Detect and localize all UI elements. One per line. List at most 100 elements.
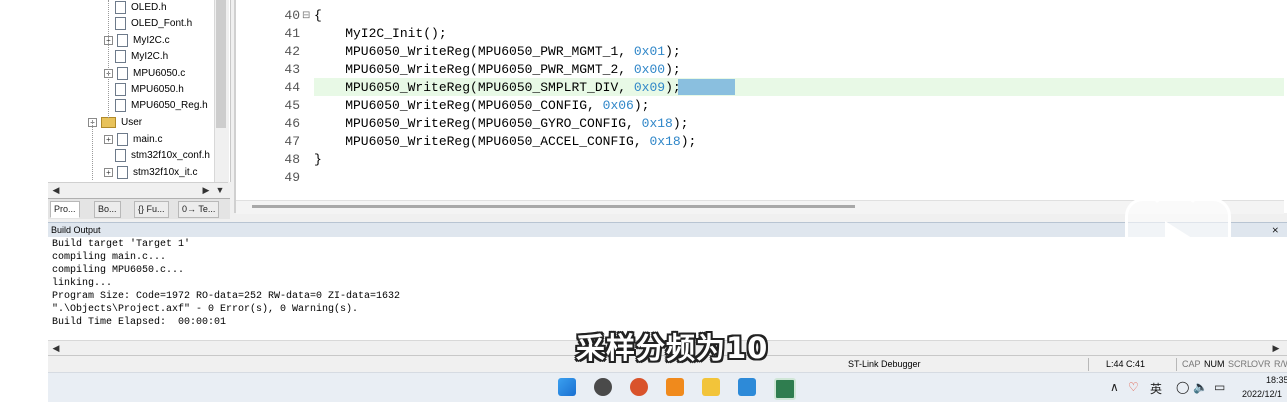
camera-icon[interactable] [594, 378, 612, 396]
clock-date[interactable]: 2022/12/1 [1242, 389, 1282, 399]
scroll-down-icon[interactable]: ▼ [214, 183, 226, 197]
start-icon[interactable] [558, 378, 576, 396]
tree-scroll-thumb[interactable] [216, 0, 226, 128]
code-line[interactable]: { [314, 8, 322, 23]
scroll-left-icon[interactable]: ◀ [50, 183, 62, 197]
code-text: MPU6050_WriteReg(MPU6050_CONFIG, [314, 98, 603, 113]
code-text: ); [665, 80, 681, 95]
scroll-lock-indicator: SCRL [1228, 359, 1253, 369]
build-output-line: Build Time Elapsed: 00:00:01 [52, 317, 227, 328]
tree-item[interactable]: stm32f10x_conf.h [104, 148, 210, 164]
expand-toggle-icon[interactable]: + [104, 134, 113, 144]
code-line[interactable]: } [314, 152, 322, 167]
pin-icon[interactable]: ⨯ [1271, 223, 1279, 237]
code-line[interactable]: MPU6050_WriteReg(MPU6050_PWR_MGMT_1, 0x0… [314, 44, 681, 59]
tree-item[interactable]: OLED_Font.h [104, 16, 192, 32]
code-line[interactable]: MPU6050_WriteReg(MPU6050_ACCEL_CONFIG, 0… [314, 134, 696, 149]
tab-project[interactable]: Pro... [50, 201, 80, 218]
code-line[interactable]: MPU6050_WriteReg(MPU6050_CONFIG, 0x06); [314, 98, 649, 113]
text-selection [678, 79, 735, 95]
file-icon [117, 33, 128, 47]
debugger-status: ST-Link Debugger [848, 359, 921, 369]
tree-item-label: OLED_Font.h [131, 18, 193, 29]
project-tabs: Pro... Bo... {} Fu... 0→ Te... [48, 198, 230, 219]
tab-books[interactable]: Bo... [94, 201, 121, 218]
scroll-left-icon[interactable]: ◀ [50, 341, 62, 355]
hex-literal: 0x01 [633, 44, 666, 59]
network-icon[interactable]: ◯ [1176, 380, 1189, 394]
chevron-up-icon[interactable]: ∧ [1110, 380, 1119, 394]
folder-icon [101, 116, 116, 128]
clock-time[interactable]: 18:35 [1266, 375, 1287, 385]
powerpoint-icon[interactable] [630, 378, 648, 396]
line-number: 45 [284, 98, 300, 113]
build-output-line: ".\Objects\Project.axf" - 0 Error(s), 0 … [52, 304, 359, 315]
tree-item-label: MyI2C.c [133, 35, 170, 46]
code-text: ); [665, 44, 681, 59]
num-lock-indicator: NUM [1204, 359, 1225, 369]
file-icon [115, 98, 126, 112]
volume-icon[interactable]: 🔈 [1193, 380, 1208, 394]
code-text: MPU6050_WriteReg(MPU6050_ACCEL_CONFIG, [314, 134, 650, 149]
play-icon[interactable] [1165, 221, 1195, 259]
tree-item[interactable]: + stm32f10x_it.c [104, 165, 197, 181]
tree-guide-line [92, 120, 93, 180]
build-output-line: compiling main.c... [52, 252, 167, 263]
tree-item[interactable]: + main.c [104, 132, 162, 148]
line-number: 48 [284, 152, 300, 167]
tab-templates[interactable]: 0→ Te... [178, 201, 220, 218]
fold-toggle-icon[interactable]: ⊟ [302, 10, 310, 21]
tree-item-label: MPU6050_Reg.h [131, 100, 208, 111]
tree-item[interactable]: OLED.h [104, 0, 167, 16]
file-icon [115, 82, 126, 96]
keil-icon[interactable] [774, 378, 796, 400]
read-write-indicator: R/W [1274, 359, 1287, 369]
paint-icon[interactable] [738, 378, 756, 396]
file-icon [115, 49, 126, 63]
hex-literal: 0x18 [641, 116, 673, 131]
tree-item-label: MPU6050.h [131, 84, 184, 95]
tree-item[interactable]: MyI2C.h [104, 49, 168, 65]
tree-item[interactable]: MPU6050_Reg.h [104, 98, 208, 114]
ime-status-icon[interactable]: ♡ [1128, 380, 1139, 394]
tree-item[interactable]: + MPU6050.c [104, 66, 185, 82]
editor-scroll-thumb[interactable] [252, 205, 855, 208]
build-output-header: Build Output ⨯ [48, 222, 1287, 238]
status-divider [1176, 358, 1177, 371]
code-text: MPU6050_WriteReg(MPU6050_PWR_MGMT_1, [314, 44, 634, 59]
line-number: 42 [284, 44, 300, 59]
tab-functions[interactable]: {} Fu... [134, 201, 169, 218]
build-output-line: Program Size: Code=1972 RO-data=252 RW-d… [52, 291, 401, 302]
expand-toggle-icon[interactable]: + [104, 167, 113, 177]
battery-icon[interactable]: ▭ [1214, 380, 1225, 394]
code-line[interactable]: MPU6050_WriteReg(MPU6050_SMPLRT_DIV, 0x0… [314, 80, 681, 95]
scroll-right-icon[interactable]: ▶ [200, 183, 212, 197]
code-text: ); [680, 134, 697, 149]
tree-item-label: User [121, 117, 143, 128]
tree-item[interactable]: MPU6050.h [104, 82, 184, 98]
code-line[interactable]: MyI2C_Init(); [314, 26, 447, 41]
build-output-line: compiling MPU6050.c... [52, 265, 185, 276]
hex-literal: 0x00 [633, 62, 666, 77]
line-number: 40 [284, 8, 300, 23]
app-orange-icon[interactable] [666, 378, 684, 396]
tree-item-label: stm32f10x_it.c [133, 167, 198, 178]
hex-literal: 0x09 [633, 80, 666, 95]
ime-language[interactable]: 英 [1150, 380, 1162, 397]
line-number: 49 [284, 170, 300, 185]
code-line[interactable]: MPU6050_WriteReg(MPU6050_PWR_MGMT_2, 0x0… [314, 62, 680, 77]
code-line[interactable]: MPU6050_WriteReg(MPU6050_GYRO_CONFIG, 0x… [314, 116, 688, 131]
code-text: MPU6050_WriteReg(MPU6050_GYRO_CONFIG, [314, 116, 642, 131]
tree-horizontal-scrollbar[interactable]: ◀ ▶ ▼ [48, 182, 228, 197]
code-text: MyI2C_Init(); [314, 26, 447, 41]
hex-literal: 0x06 [602, 98, 634, 113]
file-icon [117, 132, 128, 146]
file-icon [115, 0, 126, 14]
scroll-right-icon[interactable]: ▶ [1270, 341, 1282, 355]
tree-item[interactable]: + MyI2C.c [104, 33, 170, 49]
tree-item[interactable]: − User [88, 115, 142, 131]
build-output-title: Build Output [51, 225, 101, 235]
folder-icon[interactable] [702, 378, 720, 396]
line-number: 41 [284, 26, 300, 41]
